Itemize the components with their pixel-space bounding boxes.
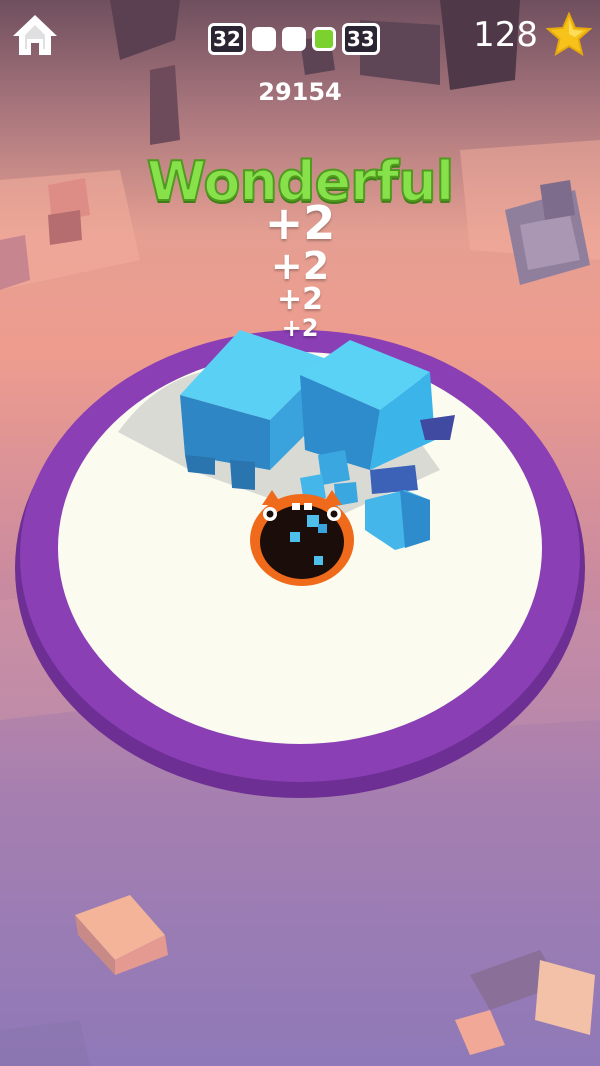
points-popup: +2: [264, 196, 336, 250]
level-progress: 32 33: [208, 22, 380, 56]
hole[interactable]: [250, 490, 354, 586]
score: 29154: [258, 78, 342, 106]
points-popup: +2: [281, 314, 319, 342]
current-level-badge: 32: [208, 23, 246, 55]
home-icon: [13, 15, 57, 55]
next-level-badge: 33: [341, 23, 380, 55]
star-counter: 128: [473, 12, 592, 58]
stage-dot-1: [251, 27, 276, 51]
star-count: 128: [473, 15, 538, 55]
points-popup: +2: [276, 282, 323, 317]
home-button[interactable]: [10, 12, 60, 58]
stage-dot-3: [311, 27, 336, 51]
game-screen[interactable]: 32 33 29154 128 Wonderful +2 +2 +2 +2: [0, 0, 600, 1066]
stage-dot-2: [281, 27, 306, 51]
star-icon: [546, 12, 592, 57]
